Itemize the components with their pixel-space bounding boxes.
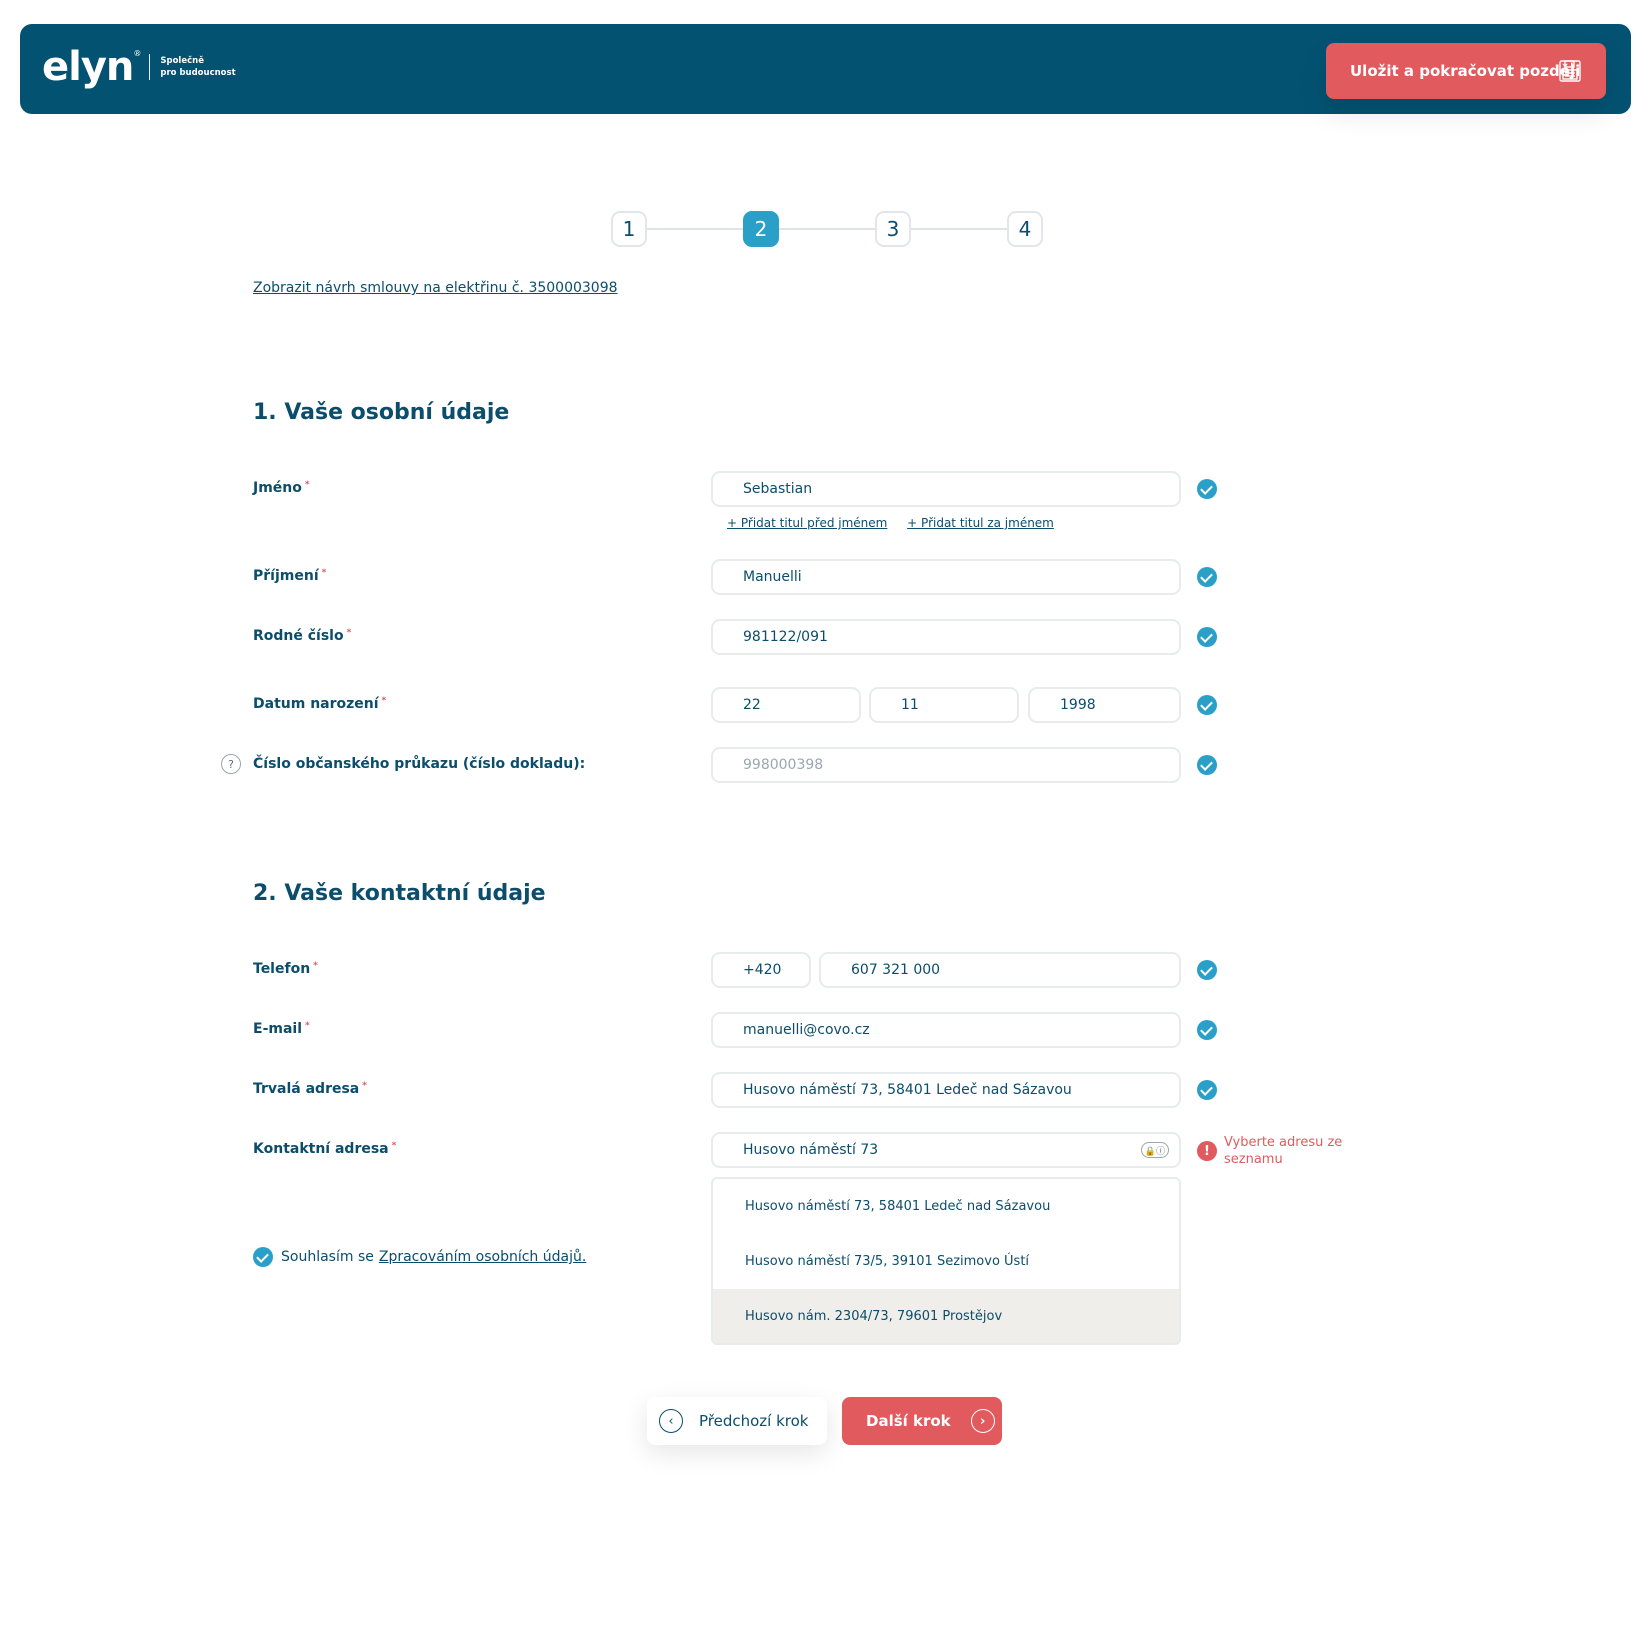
chevron-right-icon: › xyxy=(970,1409,995,1433)
view-contract-link[interactable]: Zobrazit návrh smlouvy na elektřinu č. 3… xyxy=(253,280,618,296)
stepper-connector xyxy=(647,228,743,230)
birth-year-input[interactable]: 1998 xyxy=(1028,687,1181,723)
permanent-address-label: Trvalá adresa * xyxy=(253,1081,367,1097)
previous-step-button[interactable]: ‹ Předchozí krok xyxy=(647,1397,827,1445)
step-4[interactable]: 4 xyxy=(1007,211,1043,247)
step-2-active[interactable]: 2 xyxy=(743,211,779,247)
first-name-input[interactable]: Sebastian xyxy=(711,471,1181,507)
privacy-policy-link[interactable]: Zpracováním osobních údajů. xyxy=(379,1249,586,1265)
valid-check-icon xyxy=(1197,567,1217,587)
contact-address-input[interactable]: Husovo náměstí 73 🔒ⓘ xyxy=(711,1132,1181,1168)
email-input[interactable]: manuelli@covo.cz xyxy=(711,1012,1181,1048)
address-error-message: Vyberte adresu ze seznamu xyxy=(1224,1135,1343,1167)
birth-month-input[interactable]: 11 xyxy=(869,687,1019,723)
error-icon: ! xyxy=(1197,1141,1217,1161)
address-suggestions-dropdown: Husovo náměstí 73, 58401 Ledeč nad Sázav… xyxy=(711,1177,1181,1345)
contact-section-title: 2. Vaše kontaktní údaje xyxy=(253,881,546,906)
id-card-input[interactable]: 998000398 xyxy=(711,747,1181,783)
consent-row: Souhlasím se Zpracováním osobních údajů. xyxy=(253,1247,586,1267)
id-card-label: Číslo občanského průkazu (číslo dokladu)… xyxy=(253,756,586,772)
top-header: elyn ® Společně pro budoucnost Uložit a … xyxy=(20,24,1631,114)
birth-date-label: Datum narození * xyxy=(253,696,387,712)
birth-number-input[interactable]: 981122/091 xyxy=(711,619,1181,655)
personal-section-title: 1. Vaše osobní údaje xyxy=(253,400,510,425)
email-label: E-mail * xyxy=(253,1021,310,1037)
permanent-address-input[interactable]: Husovo náměstí 73, 58401 Ledeč nad Sázav… xyxy=(711,1072,1181,1108)
previous-step-label: Předchozí krok xyxy=(699,1412,809,1430)
stepper-connector xyxy=(911,228,1007,230)
stepper-connector xyxy=(779,228,875,230)
valid-check-icon xyxy=(1197,627,1217,647)
address-suggestion[interactable]: Husovo náměstí 73, 58401 Ledeč nad Sázav… xyxy=(713,1179,1179,1234)
birth-day-input[interactable]: 22 xyxy=(711,687,861,723)
consent-text: Souhlasím se xyxy=(281,1249,374,1265)
valid-check-icon xyxy=(1197,755,1217,775)
step-3[interactable]: 3 xyxy=(875,211,911,247)
add-title-after-link[interactable]: + Přidat titul za jménem xyxy=(907,516,1054,530)
logo-tagline: Společně pro budoucnost xyxy=(160,55,235,79)
first-name-label: Jméno * xyxy=(253,480,310,496)
password-manager-icon[interactable]: 🔒ⓘ xyxy=(1141,1142,1169,1158)
phone-label: Telefon * xyxy=(253,961,318,977)
elyn-logo[interactable]: elyn ® Společně pro budoucnost xyxy=(42,42,236,92)
step-1[interactable]: 1 xyxy=(611,211,647,247)
valid-check-icon xyxy=(1197,695,1217,715)
phone-number-input[interactable]: 607 321 000 xyxy=(819,952,1181,988)
consent-checkbox[interactable] xyxy=(253,1247,273,1267)
address-suggestion-highlighted[interactable]: Husovo nám. 2304/73, 79601 Prostějov xyxy=(713,1289,1179,1343)
last-name-input[interactable]: Manuelli xyxy=(711,559,1181,595)
save-button-label: Uložit a pokračovat později xyxy=(1350,62,1581,80)
last-name-label: Příjmení * xyxy=(253,568,327,584)
tagline-line-1: Společně xyxy=(160,56,204,66)
help-icon[interactable]: ? xyxy=(221,754,241,774)
address-suggestion[interactable]: Husovo náměstí 73/5, 39101 Sezimovo Ústí xyxy=(713,1234,1179,1289)
contact-address-label: Kontaktní adresa * xyxy=(253,1141,397,1157)
birth-number-label: Rodné číslo * xyxy=(253,628,352,644)
contact-address-value: Husovo náměstí 73 xyxy=(743,1142,879,1158)
progress-stepper: 1 2 3 4 xyxy=(611,211,1043,247)
next-step-button[interactable]: Další krok › xyxy=(842,1397,1002,1445)
save-and-continue-later-button[interactable]: Uložit a pokračovat později xyxy=(1326,43,1606,99)
logo-wordmark: elyn xyxy=(42,44,134,90)
valid-check-icon xyxy=(1197,1020,1217,1040)
valid-check-icon xyxy=(1197,479,1217,499)
valid-check-icon xyxy=(1197,960,1217,980)
add-title-before-link[interactable]: + Přidat titul před jménem xyxy=(727,516,887,530)
next-step-label: Další krok xyxy=(866,1412,951,1430)
title-links: + Přidat titul před jménem + Přidat titu… xyxy=(727,516,1070,530)
logo-divider xyxy=(149,54,151,80)
tagline-line-2: pro budoucnost xyxy=(160,68,236,78)
chevron-left-icon: ‹ xyxy=(659,1409,683,1433)
logo-registered-mark: ® xyxy=(133,48,142,58)
phone-prefix-input[interactable]: +420 xyxy=(711,952,811,988)
floppy-disk-icon xyxy=(1559,60,1581,82)
valid-check-icon xyxy=(1197,1080,1217,1100)
